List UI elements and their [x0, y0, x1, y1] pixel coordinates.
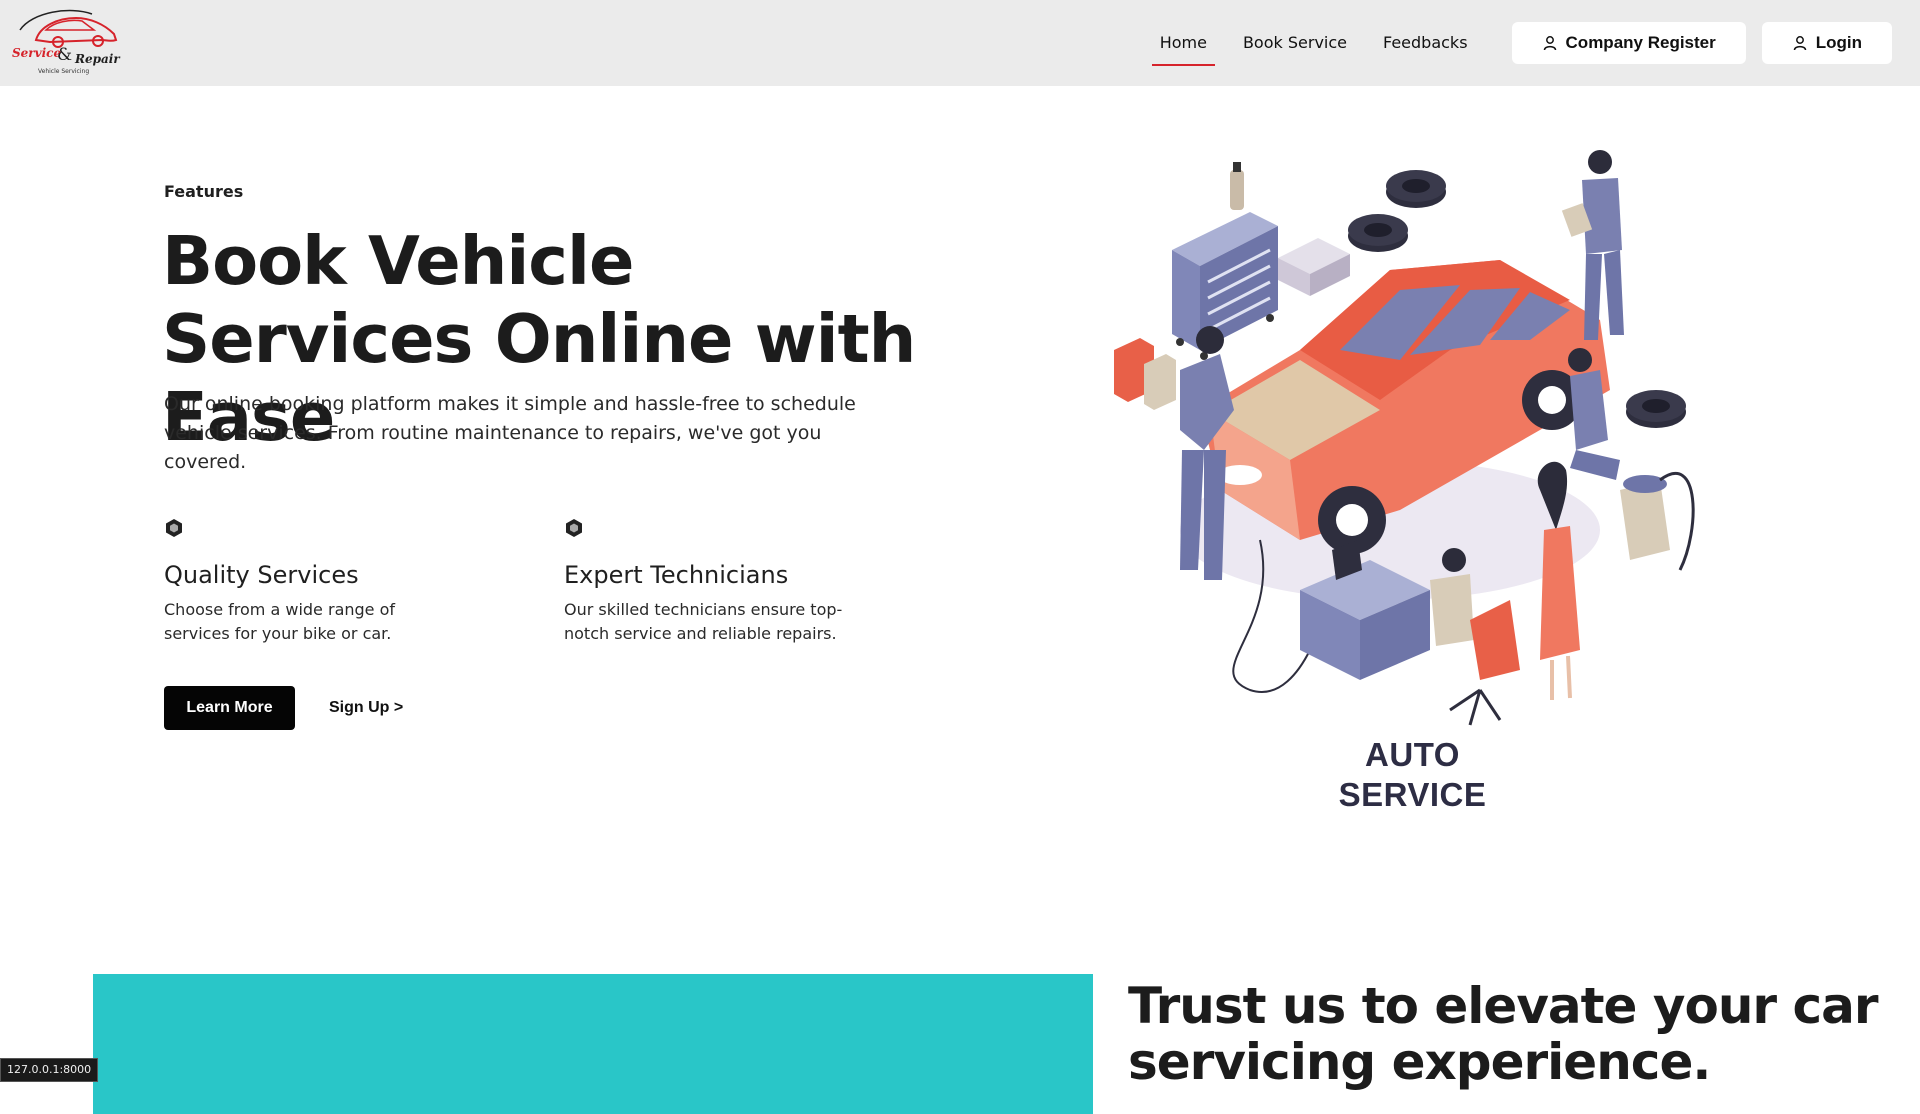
feature-title: Expert Technicians — [564, 561, 789, 589]
feature-text: Choose from a wide range of services for… — [164, 600, 396, 643]
feature-text: Our skilled technicians ensure top-notch… — [564, 600, 843, 643]
logo-word-service: Service — [12, 46, 62, 60]
main-nav: Home Book Service Feedbacks Company Regi… — [1151, 22, 1892, 66]
feature-title: Quality Services — [164, 561, 359, 589]
status-url-badge: 127.0.0.1:8000 — [0, 1058, 99, 1082]
logo-ampersand: & — [57, 45, 73, 65]
login-button[interactable]: Login — [1761, 22, 1892, 64]
sign-up-link[interactable]: Sign Up > — [329, 696, 403, 720]
nav-home-link[interactable]: Home — [1151, 22, 1216, 66]
logo-word-repair: Repair — [75, 52, 120, 66]
login-label: Login — [1815, 33, 1862, 52]
hero-eyebrow: Features — [164, 182, 244, 201]
logo-tagline: Vehicle Servicing — [38, 68, 90, 75]
nav-book-service-link[interactable]: Book Service — [1235, 22, 1355, 64]
user-icon — [1543, 36, 1556, 51]
auto-service-image — [1114, 150, 1695, 726]
navbar: Service & Repair Vehicle Servicing Home … — [0, 0, 1920, 86]
learn-more-button[interactable]: Learn More — [164, 686, 295, 730]
auto-service-illustration — [1100, 150, 1720, 790]
tool-cabinet-icon — [1172, 212, 1278, 360]
feature-expert-technicians: Expert Technicians Our skilled technicia… — [564, 518, 894, 646]
illustration-caption: AUTO SERVICE — [1338, 736, 1487, 813]
nav-feedbacks-link[interactable]: Feedbacks — [1375, 22, 1476, 64]
hero-description: Our online booking platform makes it sim… — [164, 393, 856, 473]
company-register-button[interactable]: Company Register — [1511, 22, 1746, 64]
tire-stack-icon — [1348, 170, 1446, 252]
cube-icon — [566, 519, 582, 537]
brand-logo[interactable]: Service & Repair Vehicle Servicing — [10, 6, 124, 80]
company-register-label: Company Register — [1565, 33, 1716, 52]
user-icon — [1793, 36, 1806, 51]
cube-icon — [166, 519, 182, 537]
trust-section-title: Trust us to elevate your car servicing e… — [1128, 977, 1879, 1091]
teal-feature-block — [93, 974, 1093, 1114]
feature-quality-services: Quality Services Choose from a wide rang… — [164, 518, 494, 646]
